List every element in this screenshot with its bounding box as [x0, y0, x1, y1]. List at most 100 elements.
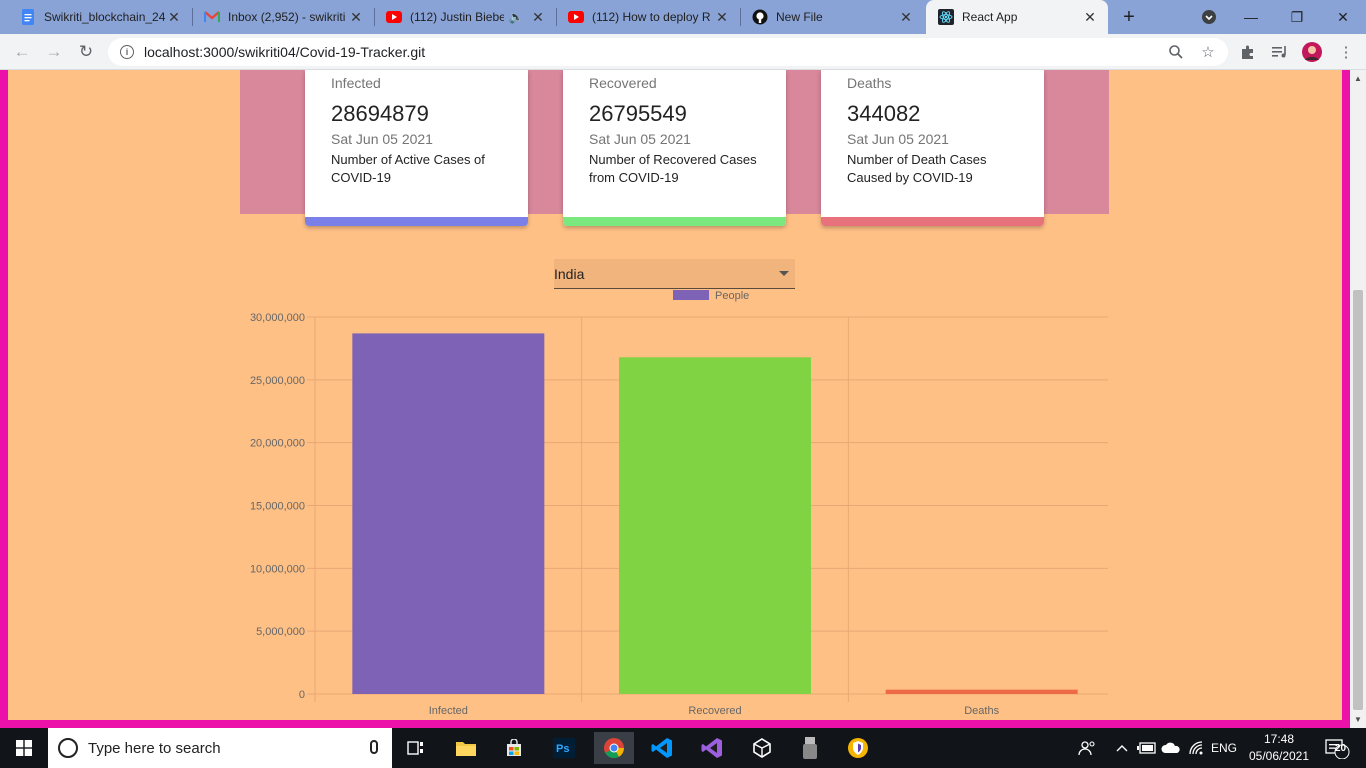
reload-icon[interactable]: ↻ [74, 40, 98, 64]
card-description: Number of Active Cases of COVID-19 [331, 152, 485, 185]
show-hidden-icons-chevron-icon[interactable] [1112, 728, 1132, 768]
microphone-icon[interactable] [370, 740, 378, 754]
y-tick-label: 30,000,000 [250, 312, 305, 324]
card-date: Sat Jun 05 2021 [331, 131, 433, 147]
card-value: 344082 [847, 101, 921, 126]
close-tab-icon[interactable]: ✕ [714, 9, 730, 25]
notification-center-icon[interactable]: 20 [1318, 728, 1352, 768]
brave-shield-icon[interactable] [838, 732, 878, 764]
media-control-icon[interactable] [1270, 42, 1290, 62]
microsoft-store-icon[interactable] [494, 732, 534, 764]
browser-tab[interactable]: New File ✕ [740, 0, 924, 34]
card-label: Recovered [589, 75, 657, 91]
scroll-up-icon[interactable]: ▲ [1354, 74, 1362, 83]
site-info-icon[interactable]: i [120, 45, 134, 59]
page-scrollbar[interactable]: ▲ ▼ [1350, 70, 1366, 728]
tab-title: New File [776, 10, 823, 24]
unity-icon[interactable] [742, 732, 782, 764]
card-label: Infected [331, 75, 381, 91]
y-tick-label: 10,000,000 [250, 563, 305, 575]
battery-icon[interactable] [1136, 728, 1158, 768]
forward-icon[interactable]: → [42, 40, 66, 64]
tab-title: React App [962, 10, 1018, 24]
card-accent-bar [563, 217, 786, 226]
browser-tab[interactable]: Swikriti_blockchain_24 ✕ [8, 0, 192, 34]
close-tab-icon[interactable]: ✕ [1082, 9, 1098, 25]
usb-app-icon[interactable] [790, 732, 830, 764]
cortana-icon [58, 738, 78, 758]
search-placeholder: Type here to search [88, 739, 221, 757]
card-description: Number of Recovered Cases from COVID-19 [589, 152, 757, 185]
card-label: Deaths [847, 75, 892, 91]
browser-toolbar: ← → ↻ i localhost:3000/swikriti04/Covid-… [0, 34, 1366, 70]
x-tick-label: Infected [429, 705, 468, 717]
infected-card: Infected 28694879 Sat Jun 05 2021 Number… [305, 70, 528, 226]
tab-strip: Swikriti_blockchain_24 ✕ Inbox (2,952) -… [0, 0, 1366, 34]
card-value: 26795549 [589, 101, 687, 126]
windows-start-icon[interactable] [0, 728, 48, 768]
browser-tab-active[interactable]: React App ✕ [926, 0, 1108, 34]
clock-date: 05/06/2021 [1248, 749, 1310, 763]
browser-viewport: Infected 28694879 Sat Jun 05 2021 Number… [0, 70, 1366, 728]
country-select[interactable]: India [554, 259, 795, 289]
photoshop-icon[interactable]: Ps [544, 732, 584, 764]
language-indicator[interactable]: ENG [1208, 728, 1240, 768]
close-window-icon[interactable]: ✕ [1320, 0, 1366, 34]
y-tick-label: 25,000,000 [250, 375, 305, 387]
close-tab-icon[interactable]: ✕ [348, 9, 364, 25]
address-bar[interactable]: i localhost:3000/swikriti04/Covid-19-Tra… [108, 38, 1228, 66]
tab-search-icon[interactable] [1186, 0, 1232, 34]
card-date: Sat Jun 05 2021 [589, 131, 691, 147]
x-tick-label: Deaths [964, 705, 999, 717]
youtube-icon [568, 9, 584, 25]
system-clock[interactable]: 17:48 05/06/2021 [1246, 731, 1312, 765]
close-tab-icon[interactable]: ✕ [898, 9, 914, 25]
close-tab-icon[interactable]: ✕ [530, 9, 546, 25]
country-select-value: India [554, 265, 585, 282]
deaths-card: Deaths 344082 Sat Jun 05 2021 Number of … [821, 70, 1044, 226]
tab-title: Swikriti_blockchain_24 [44, 10, 166, 24]
people-icon[interactable] [1076, 728, 1098, 768]
close-tab-icon[interactable]: ✕ [166, 9, 182, 25]
y-tick-label: 15,000,000 [250, 501, 305, 513]
chrome-menu-icon[interactable]: ⋮ [1336, 42, 1356, 62]
browser-tab[interactable]: Inbox (2,952) - swikriti ✕ [192, 0, 374, 34]
speaker-icon[interactable]: 🔈 [508, 9, 524, 25]
file-explorer-icon[interactable] [446, 732, 486, 764]
onedrive-cloud-icon[interactable] [1160, 728, 1182, 768]
bookmark-star-icon[interactable]: ☆ [1198, 42, 1218, 62]
legend-label: People [715, 290, 749, 302]
youtube-icon [386, 9, 402, 25]
new-tab-icon[interactable]: + [1118, 6, 1140, 28]
vscode-icon[interactable] [642, 732, 682, 764]
bar-recovered [619, 357, 811, 694]
zoom-icon[interactable] [1166, 42, 1186, 62]
visual-studio-icon[interactable] [692, 732, 732, 764]
scroll-down-icon[interactable]: ▼ [1354, 715, 1362, 724]
tab-title: (112) Justin Bieber [410, 10, 504, 24]
back-icon[interactable]: ← [10, 40, 34, 64]
extensions-icon[interactable] [1238, 42, 1258, 62]
y-tick-label: 0 [299, 689, 305, 701]
svg-text:Ps: Ps [556, 743, 569, 755]
recovered-card: Recovered 26795549 Sat Jun 05 2021 Numbe… [563, 70, 786, 226]
react-icon [938, 9, 954, 25]
clock-time: 17:48 [1263, 732, 1295, 746]
tab-title: Inbox (2,952) - swikriti [228, 10, 346, 24]
scrollbar-thumb[interactable] [1353, 290, 1363, 710]
windows-taskbar: Type here to search Ps ENG 17:48 05/06/2… [0, 728, 1366, 768]
google-docs-icon [20, 9, 36, 25]
covid-tracker-page: Infected 28694879 Sat Jun 05 2021 Number… [8, 70, 1342, 720]
card-description: Number of Death Cases Caused by COVID-19 [847, 152, 987, 185]
minimize-icon[interactable]: — [1228, 0, 1274, 34]
browser-tab[interactable]: (112) How to deploy R ✕ [556, 0, 740, 34]
restore-icon[interactable]: ❐ [1274, 0, 1320, 34]
browser-tab[interactable]: (112) Justin Bieber 🔈 ✕ [374, 0, 556, 34]
dropdown-caret-icon[interactable] [779, 271, 789, 276]
taskbar-search[interactable]: Type here to search [48, 728, 392, 768]
tab-title: (112) How to deploy R [592, 10, 711, 24]
chrome-taskbar-icon[interactable] [594, 732, 634, 764]
task-view-icon[interactable] [396, 732, 436, 764]
profile-avatar[interactable] [1302, 42, 1322, 62]
wifi-icon[interactable] [1186, 728, 1208, 768]
